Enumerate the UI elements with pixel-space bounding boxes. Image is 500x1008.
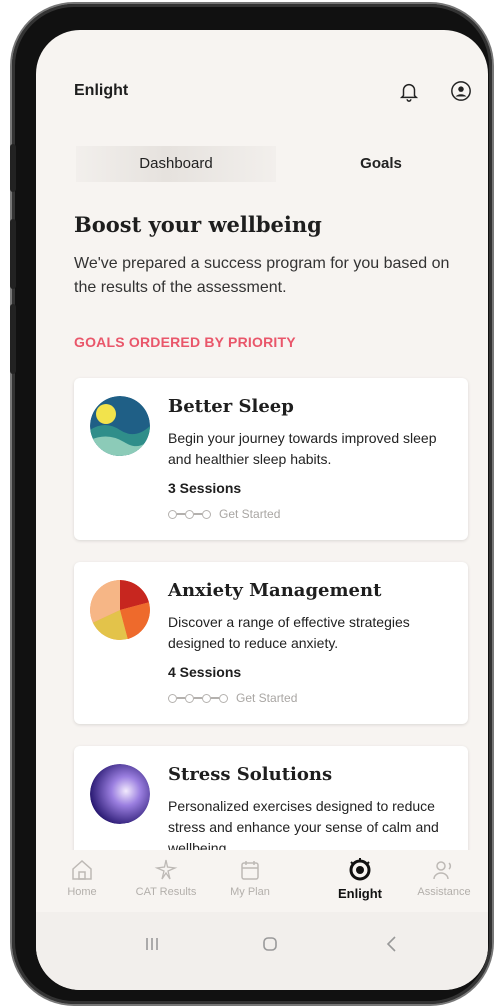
sparkle-icon (154, 859, 178, 880)
recent-apps-icon[interactable] (140, 932, 164, 956)
session-progress-dots (168, 693, 228, 703)
nav-cat-results[interactable]: CAT Results (130, 858, 202, 898)
bell-icon[interactable] (398, 80, 420, 102)
app-screen: Enlight Dashboard Goals Boost your wellb… (36, 30, 488, 990)
back-icon[interactable] (380, 932, 404, 956)
goal-card-anxiety-management[interactable]: Anxiety Management Discover a range of e… (74, 562, 468, 724)
goal-card-better-sleep[interactable]: Better Sleep Begin your journey towards … (74, 378, 468, 540)
goal-title: Better Sleep (168, 396, 294, 417)
goal-progress: Get Started (168, 506, 280, 522)
get-started-label: Get Started (236, 691, 298, 705)
anxiety-illustration-icon (90, 580, 150, 640)
stress-illustration-icon (90, 764, 150, 824)
goal-progress: Get Started (168, 690, 297, 706)
goal-sessions: 4 Sessions (168, 664, 242, 680)
home-icon (72, 859, 92, 880)
app-header: Enlight (36, 30, 488, 140)
nav-label: Home (67, 886, 97, 898)
nav-my-plan[interactable]: My Plan (214, 858, 286, 898)
session-progress-dots (168, 509, 211, 519)
bottom-navigation: Home CAT Results My Plan Enlight Assista… (36, 850, 488, 912)
get-started-label: Get Started (219, 507, 281, 521)
goal-description: Begin your journey towards improved slee… (168, 430, 437, 467)
nav-enlight[interactable]: Enlight (324, 858, 396, 901)
nav-label: CAT Results (135, 886, 197, 898)
phone-volume-down-button (10, 304, 16, 374)
nav-label: Enlight (337, 886, 383, 901)
profile-icon[interactable] (450, 80, 472, 102)
enlight-logo-icon (349, 858, 371, 881)
nav-assistance[interactable]: Assistance (408, 858, 480, 898)
intro-text: We've prepared a success program for you… (74, 255, 450, 296)
phone-side-button (10, 144, 16, 192)
tab-dashboard[interactable]: Dashboard (76, 146, 276, 182)
sleep-illustration-icon (90, 396, 150, 456)
home-button-icon[interactable] (258, 932, 282, 956)
nav-home[interactable]: Home (46, 858, 118, 898)
goal-title: Anxiety Management (168, 580, 382, 601)
calendar-icon (241, 861, 259, 880)
goal-title: Stress Solutions (168, 764, 333, 785)
tab-goals[interactable]: Goals (296, 146, 466, 182)
goal-sessions: 3 Sessions (168, 480, 242, 496)
app-title: Enlight (74, 82, 129, 99)
section-title: GOALS ORDERED BY PRIORITY (74, 334, 296, 350)
nav-label: Assistance (417, 886, 471, 898)
system-navigation-bar (36, 912, 488, 990)
assistance-icon (433, 861, 452, 880)
goal-description: Discover a range of effective strategies… (168, 614, 410, 651)
phone-volume-up-button (10, 219, 16, 289)
nav-label: My Plan (230, 886, 270, 898)
tab-bar: Dashboard Goals (76, 146, 466, 182)
page-title: Boost your wellbeing (74, 212, 322, 237)
